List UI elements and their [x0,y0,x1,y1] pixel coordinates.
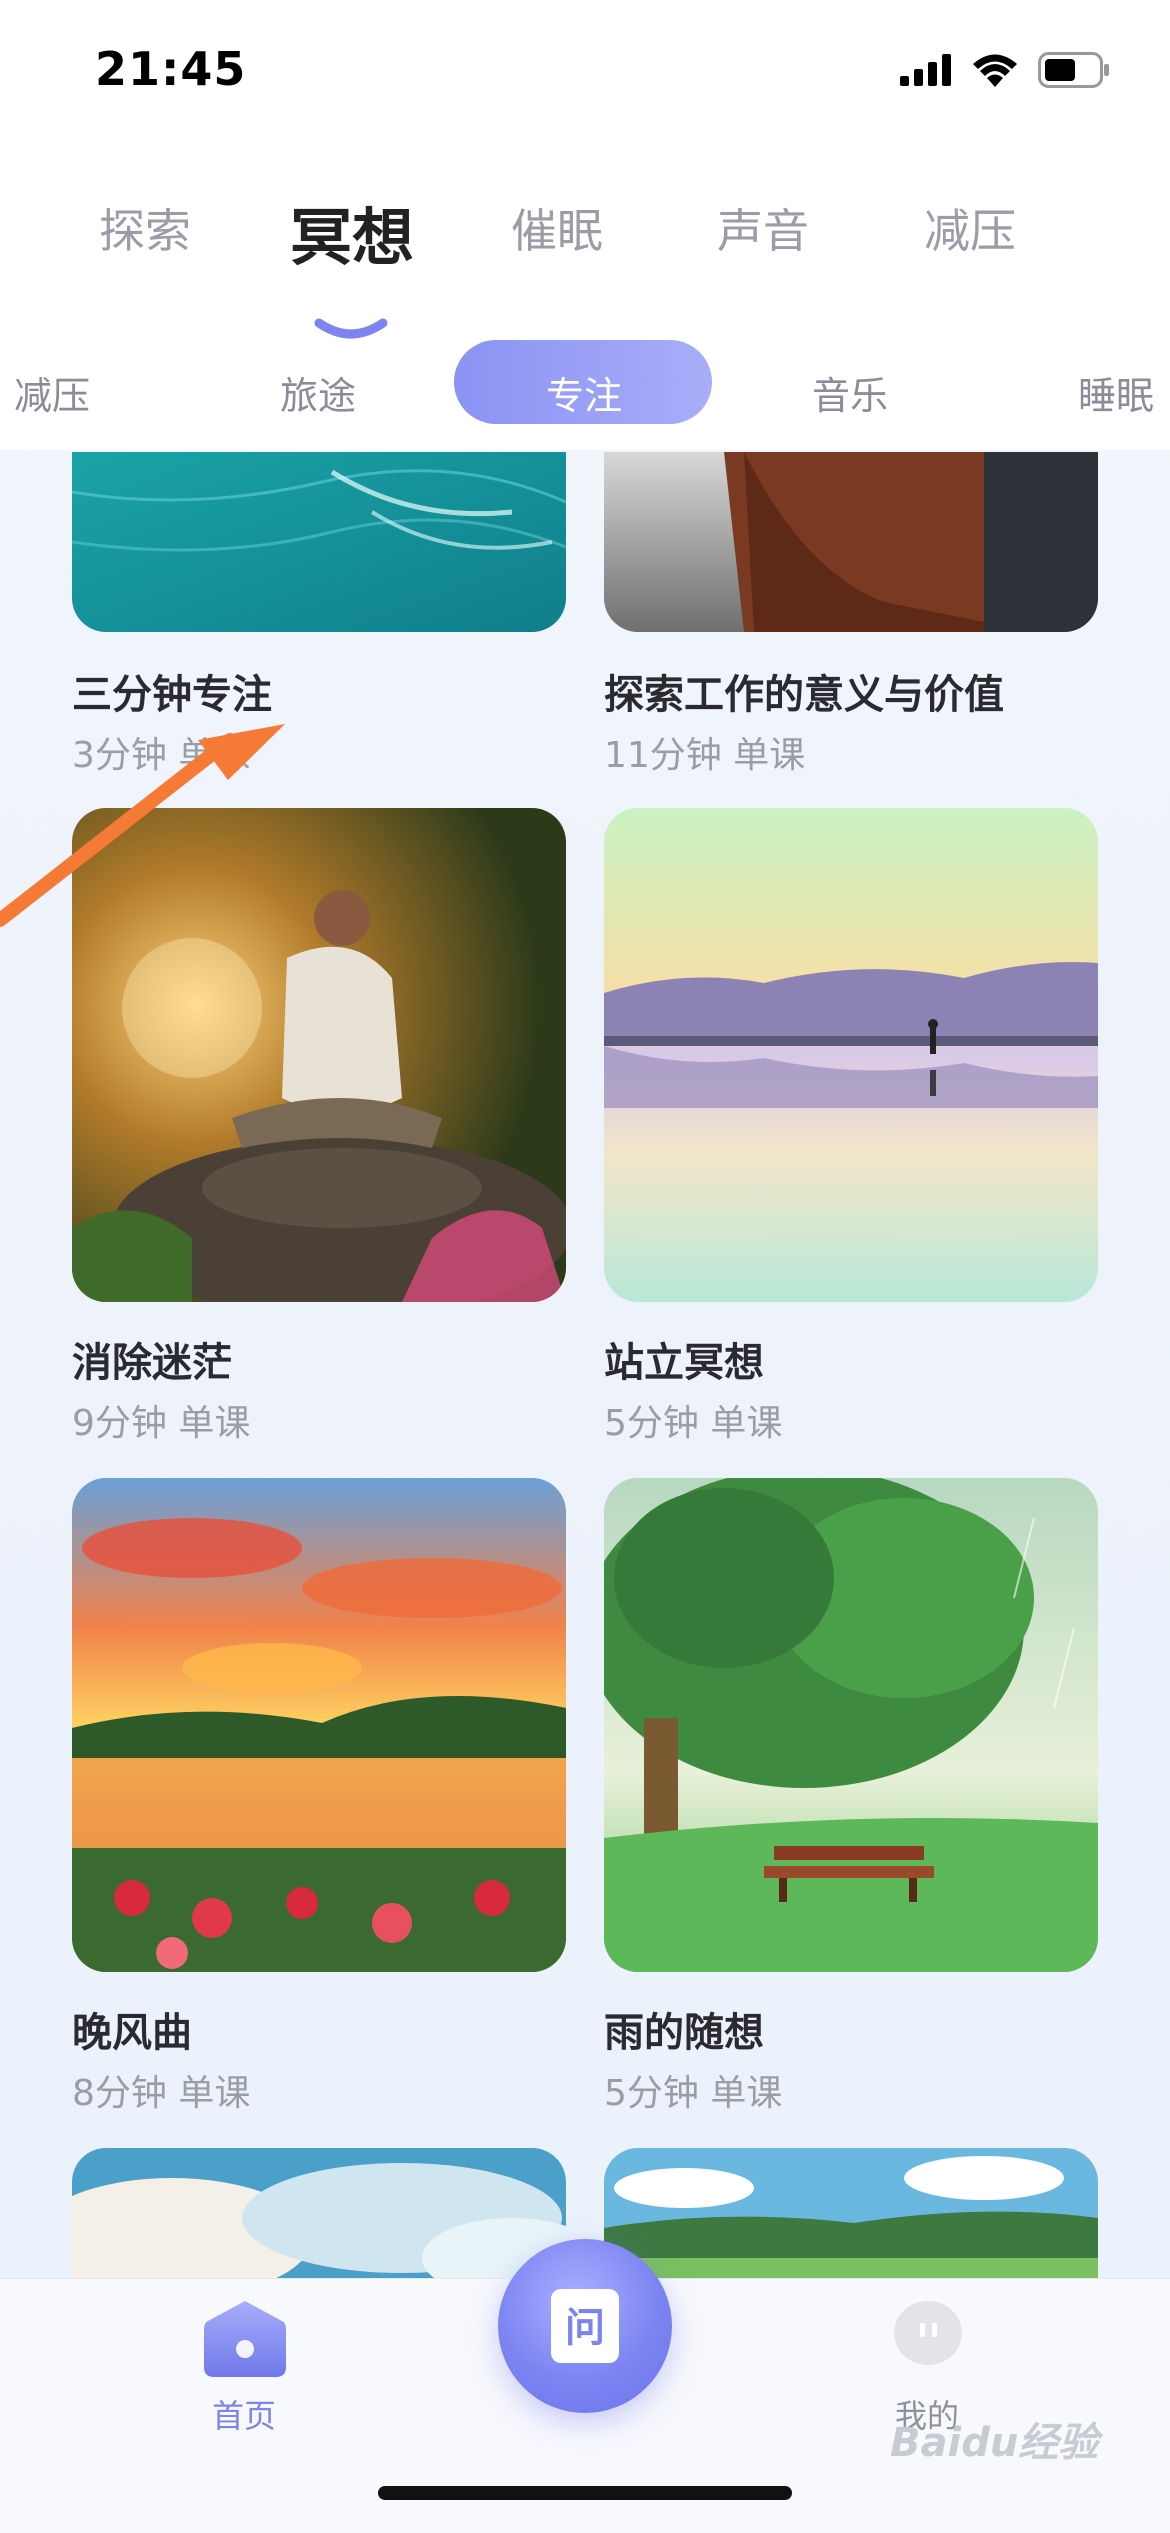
status-bar: 21:45 [0,0,1170,150]
card-meta: 11分钟 单课 [604,735,806,776]
card-meta: 5分钟 单课 [604,2073,783,2114]
card-image-rain-tree [604,1478,1098,1972]
card-image-clouds [72,2148,566,2278]
card-image-reflection [604,808,1098,1302]
active-tab-indicator [314,318,388,339]
card-meta: 9分钟 单课 [72,1403,251,1444]
header: 探索 冥想 催眠 声音 减压 减压 旅途 专注 音乐 睡眠 [0,150,1170,450]
home-icon [204,2301,286,2377]
ask-icon: 问 [551,2289,619,2363]
subtab-relax[interactable]: 减压 [14,365,90,420]
card-title: 雨的随想 [604,2010,764,2056]
status-time: 21:45 [95,42,247,96]
course-card[interactable]: 雨的随想 5分钟 单课 [604,1478,1098,2114]
tab-hypnosis[interactable]: 催眠 [511,195,603,261]
nav-center-button[interactable]: 问 [498,2239,672,2413]
card-image-sunset-lake [72,1478,566,1972]
tab-relax[interactable]: 减压 [924,195,1016,261]
card-title: 晚风曲 [72,2010,192,2056]
subtab-music[interactable]: 音乐 [812,365,888,420]
home-indicator [378,2486,792,2500]
card-title: 站立冥想 [604,1340,764,1386]
course-card[interactable]: 站立冥想 5分钟 单课 [604,808,1098,1444]
card-title: 探索工作的意义与价值 [604,672,1004,718]
card-title: 消除迷茫 [72,1340,232,1386]
wifi-icon [973,54,1017,87]
nav-me[interactable] [892,2299,964,2383]
tab-meditation[interactable]: 冥想 [290,187,414,277]
card-meta: 8分钟 单课 [72,2073,251,2114]
subtab-focus[interactable]: 专注 [546,365,622,420]
annotation-arrow [0,724,285,927]
signal-icon [900,54,951,86]
card-image-sea [72,452,566,632]
card-image-bag [604,452,1098,632]
status-icons [900,52,1110,88]
course-card[interactable] [72,2148,566,2278]
sub-tabs: 减压 旅途 专注 音乐 睡眠 [0,345,1170,435]
profile-icon [894,2301,962,2365]
course-card[interactable]: 探索工作的意义与价值 11分钟 单课 [604,452,1098,782]
course-card[interactable]: 晚风曲 8分钟 单课 [72,1478,566,2114]
ask-icon-glyph: 问 [565,2305,605,2351]
subtab-journey[interactable]: 旅途 [280,365,356,420]
nav-home-label: 首页 [212,2397,277,2435]
watermark-logo: Baidu经验 [890,2420,1099,2466]
nav-home[interactable] [200,2299,290,2383]
card-meta: 5分钟 单课 [604,1403,783,1444]
main-tabs: 探索 冥想 催眠 声音 减压 [0,195,1170,339]
tab-explore[interactable]: 探索 [99,195,191,261]
course-card[interactable] [604,2148,1098,2278]
subtab-sleep[interactable]: 睡眠 [1078,365,1154,420]
card-image-landscape [604,2148,1098,2278]
tab-sound[interactable]: 声音 [717,195,809,261]
battery-icon [1038,52,1109,88]
